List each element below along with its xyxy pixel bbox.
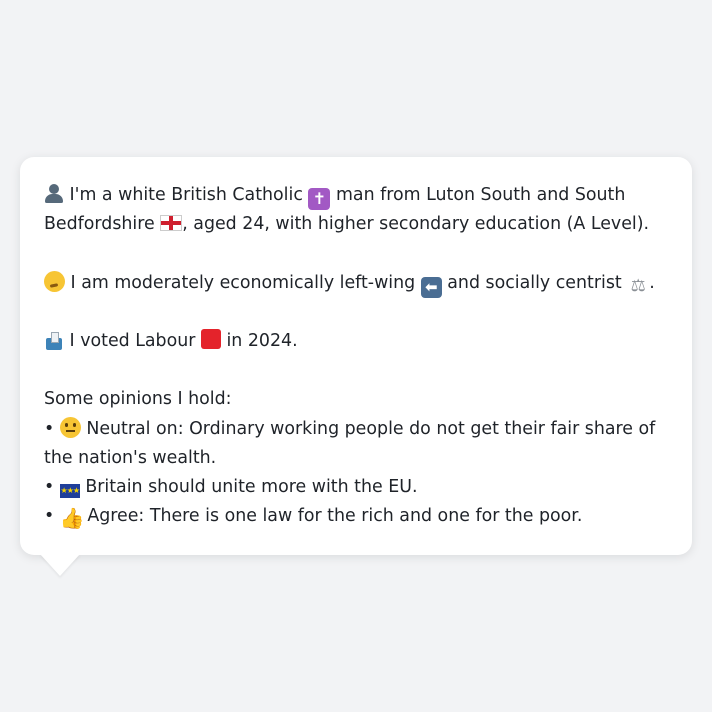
england-flag-icon [160, 215, 183, 232]
persona-card: I'm a white British Catholic ✝ man from … [20, 157, 692, 555]
ideology-text-a: I am moderately economically left-wing [70, 272, 416, 293]
eu-flag-icon: ★★★ [59, 483, 80, 498]
vote-text-a: I voted Labour [69, 330, 196, 351]
ballot-box-icon [44, 330, 64, 350]
vote-text-b: in 2024. [226, 330, 298, 351]
opinion-text: Britain should unite more with the EU. [85, 476, 418, 497]
bullet: • [44, 506, 55, 527]
cross-icon: ✝ [308, 188, 331, 210]
bullet: • [44, 418, 55, 439]
thumbs-up-icon: 👍 [59, 506, 85, 531]
opinion-item: • 👍 Agree: There is one law for the rich… [44, 502, 668, 531]
red-square-icon [200, 328, 221, 349]
opinion-text: Agree: There is one law for the rich and… [87, 506, 583, 527]
bullet: • [44, 476, 55, 497]
left-arrow-icon: ⬅ [420, 276, 442, 298]
speech-bubble-tail [40, 554, 80, 576]
identity-text-a: I'm a white British Catholic [69, 185, 303, 205]
neutral-face-icon [59, 416, 81, 438]
identity-text-c: , aged 24, with higher secondary educati… [182, 214, 650, 235]
ideology-text-c: . [649, 272, 655, 293]
ideology-text-b: and socially centrist [447, 272, 622, 293]
opinion-item: • Neutral on: Ordinary working people do… [44, 415, 668, 473]
profile-line-vote: I voted Labour in 2024. [44, 327, 668, 356]
thinking-face-icon [44, 270, 65, 292]
profile-line-ideology: I am moderately economically left-wing ⬅… [44, 269, 668, 298]
person-icon [44, 183, 64, 203]
profile-line-identity: I'm a white British Catholic ✝ man from … [44, 181, 668, 239]
scales-icon: ⚖ [630, 275, 646, 296]
opinion-item: • ★★★ Britain should unite more with the… [44, 473, 668, 502]
opinions-heading: Some opinions I hold: [44, 389, 232, 410]
opinion-text: Neutral on: Ordinary working people do n… [44, 418, 656, 468]
